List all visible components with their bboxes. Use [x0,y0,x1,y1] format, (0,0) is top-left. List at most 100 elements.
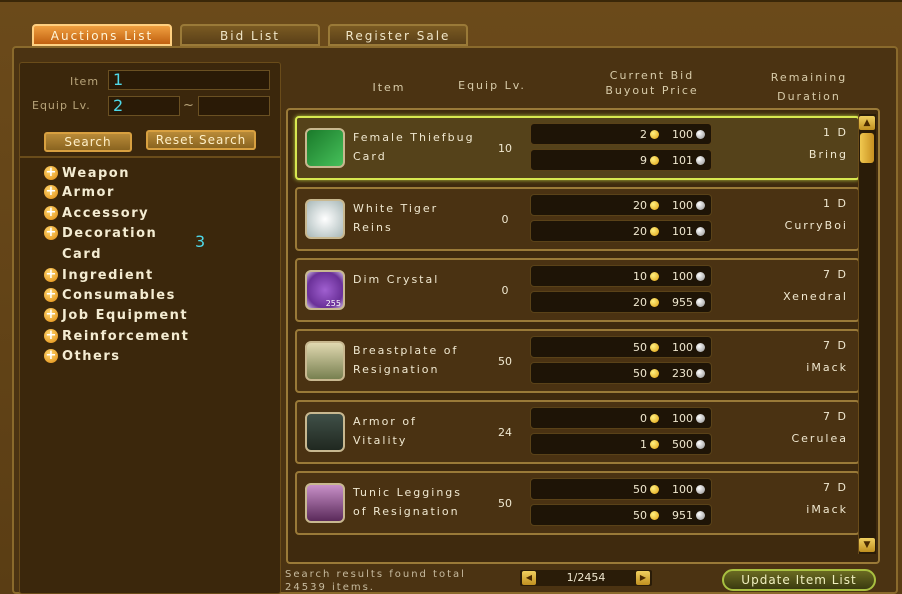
tiger-icon [305,199,345,239]
category-armor[interactable]: + Armor [44,182,115,202]
category-accessory[interactable]: + Accessory [44,203,149,223]
seller-name: CurryBoi [784,219,848,232]
next-page-icon[interactable]: ▶ [636,571,650,585]
item-name: Breastplate of Resignation [353,341,493,379]
scroll-down-icon[interactable]: ▼ [859,538,875,552]
buyout-gold: 1 [640,438,647,451]
silver-coin-icon [696,201,705,210]
category-label: Decoration [62,225,158,241]
buyout-gold: 20 [633,296,647,309]
equip-level: 0 [501,284,509,297]
category-ingredient[interactable]: + Ingredient [44,265,154,285]
category-card[interactable]: Card [62,244,102,264]
bid-gold: 0 [640,412,647,425]
category-reinforcement[interactable]: + Reinforcement [44,326,189,346]
auction-row[interactable]: White Tiger Reins 0 20 100 20 101 1 D Cu… [295,187,860,251]
bid-silver: 100 [672,412,693,425]
remaining-duration: 1 D [823,197,848,210]
category-job-equipment[interactable]: + Job Equipment [44,305,188,325]
buyout-gold: 50 [633,509,647,522]
silver-coin-icon [696,156,705,165]
auction-row[interactable]: 255 Dim Crystal 0 10 100 20 955 7 D Xene… [295,258,860,322]
equip-level-max-input[interactable] [198,96,270,116]
remaining-duration: 7 D [823,410,848,423]
item-name-line1: Female Thiefbug [353,131,475,144]
scroll-thumb[interactable] [860,133,874,163]
remaining-duration: 7 D [823,339,848,352]
buyout-silver: 230 [672,367,693,380]
item-name: Female Thiefbug Card [353,128,493,166]
expand-icon: + [44,205,58,220]
gold-coin-icon [650,156,659,165]
category-consumables[interactable]: + Consumables [44,285,176,305]
gold-coin-icon [650,485,659,494]
item-name-line1: Breastplate of [353,344,459,357]
silver-coin-icon [696,130,705,139]
buyout-price: 20 955 [530,291,712,313]
search-button[interactable]: Search [44,132,132,152]
update-item-list-button[interactable]: Update Item List [722,569,876,591]
page-indicator: 1/2454 [566,571,606,584]
item-name-line2: Resignation [353,363,440,376]
item-name-input[interactable]: 1 [108,70,270,90]
gold-coin-icon [650,298,659,307]
silver-coin-icon [696,227,705,236]
pagination: ◀ 1/2454 ▶ [520,570,652,586]
auction-row[interactable]: Tunic Leggings of Resignation 50 50 100 … [295,471,860,535]
silver-coin-icon [696,343,705,352]
equip-range-separator: ~ [183,98,195,113]
auction-row[interactable]: Breastplate of Resignation 50 50 100 50 … [295,329,860,393]
list-scrollbar[interactable] [858,114,876,554]
auction-row[interactable]: Armor of Vitality 24 0 100 1 500 7 D Cer… [295,400,860,464]
tab-auctions-list[interactable]: Auctions List [32,24,172,46]
seller-name: Bring [808,148,848,161]
gold-coin-icon [650,272,659,281]
category-weapon[interactable]: + Weapon [44,163,130,183]
header-equip-lv: Equip Lv. [458,79,526,92]
expand-icon: + [44,287,58,302]
scroll-up-icon[interactable]: ▲ [859,116,875,130]
armor-icon [305,412,345,452]
silver-coin-icon [696,485,705,494]
card-icon [305,128,345,168]
seller-name: iMack [806,361,848,374]
bid-silver: 100 [672,199,693,212]
category-label: Ingredient [62,267,154,283]
silver-coin-icon [696,440,705,449]
silver-coin-icon [696,414,705,423]
category-decoration[interactable]: + Decoration [44,223,157,243]
gold-coin-icon [650,369,659,378]
equip-level-min-input[interactable]: 2 [108,96,180,116]
current-bid: 20 100 [530,194,712,216]
prev-page-icon[interactable]: ◀ [522,571,536,585]
buyout-silver: 951 [672,509,693,522]
remaining-duration: 1 D [823,126,848,139]
remaining-duration: 7 D [823,481,848,494]
tab-bid-list[interactable]: Bid List [180,24,320,46]
category-others[interactable]: + Others [44,346,121,366]
silver-coin-icon [696,298,705,307]
category-label: Consumables [62,287,176,303]
auction-row[interactable]: Female Thiefbug Card 10 2 100 9 101 1 D … [295,116,860,180]
gold-coin-icon [650,414,659,423]
header-item: Item [372,81,406,94]
buyout-gold: 9 [640,154,647,167]
bid-gold: 50 [633,483,647,496]
item-name-line2: Reins [353,221,393,234]
header-remaining: Remaining [770,71,848,84]
buyout-price: 20 101 [530,220,712,242]
search-divider [20,156,280,158]
equip-level-label: Equip Lv. [32,99,91,112]
category-marker: 3 [195,232,206,251]
buyout-price: 50 951 [530,504,712,526]
buyout-gold: 50 [633,367,647,380]
expand-icon: + [44,184,58,199]
item-name: Tunic Leggings of Resignation [353,483,493,521]
seller-name: Xenedral [783,290,848,303]
tab-register-sale[interactable]: Register Sale [328,24,468,46]
expand-icon: + [44,225,58,240]
reset-search-button[interactable]: Reset Search [146,130,256,150]
item-name-line1: White Tiger [353,202,439,215]
gold-coin-icon [650,343,659,352]
expand-icon: + [44,307,58,322]
